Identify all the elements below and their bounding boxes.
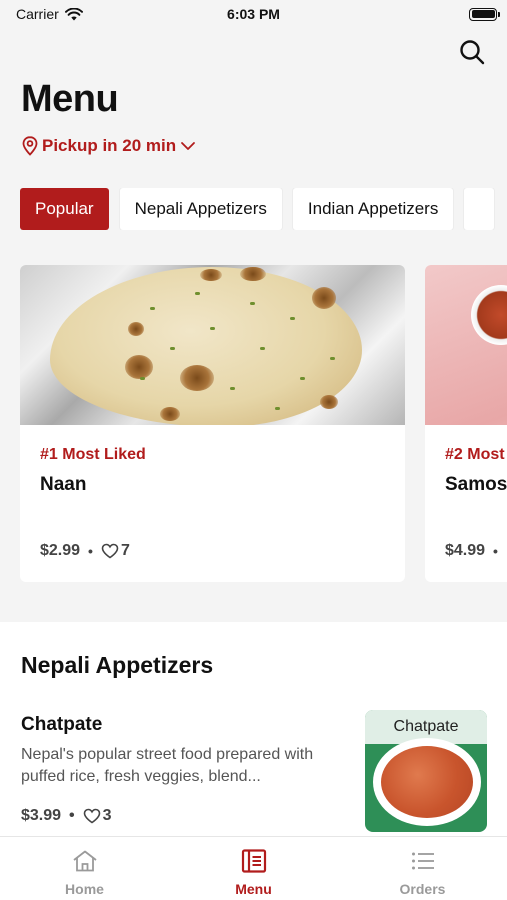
item-name: Chatpate — [21, 714, 103, 735]
tab-indian-appetizers[interactable]: Indian Appetizers — [292, 188, 454, 230]
card-meta: $2.99 • 7 — [40, 542, 130, 560]
card-rank: #2 Most Liked — [445, 446, 507, 463]
naan-image — [20, 265, 405, 425]
card-name: Naan — [40, 474, 87, 495]
nav-menu-label: Menu — [235, 881, 272, 897]
status-left: Carrier — [16, 6, 83, 22]
card-meta: $4.99 • — [445, 542, 498, 560]
separator-dot: • — [493, 543, 498, 559]
separator-dot: • — [69, 807, 75, 824]
home-icon — [72, 850, 97, 872]
nav-home[interactable]: Home — [0, 837, 169, 900]
card-likes: 7 — [101, 542, 130, 560]
card-likes-count: 7 — [120, 542, 130, 559]
search-icon — [460, 40, 485, 65]
wifi-icon — [64, 7, 83, 20]
tab-popular[interactable]: Popular — [20, 188, 109, 230]
popular-card-samosa[interactable]: #2 Most Liked Samosa $4.99 • — [425, 265, 507, 582]
popular-carousel[interactable]: #1 Most Liked Naan $2.99 • 7 #2 Most Lik… — [20, 265, 507, 585]
item-meta: $3.99 • 3 — [21, 807, 112, 825]
bottom-tab-bar: Home Menu Orders — [0, 836, 507, 900]
search-button[interactable] — [456, 36, 488, 68]
heart-icon — [83, 808, 100, 824]
heart-icon — [101, 543, 119, 559]
separator-dot: • — [88, 543, 93, 559]
nav-orders-label: Orders — [399, 881, 446, 897]
item-price: $3.99 — [21, 807, 62, 824]
status-bar: Carrier 6:03 PM — [0, 0, 507, 28]
list-icon — [411, 852, 434, 870]
card-rank: #1 Most Liked — [40, 446, 146, 463]
item-likes: 3 — [83, 807, 112, 825]
category-tabs: Popular Nepali Appetizers Indian Appetiz… — [20, 188, 507, 230]
item-description: Nepal's popular street food prepared wit… — [21, 746, 314, 785]
tab-nepali-appetizers[interactable]: Nepali Appetizers — [119, 188, 282, 230]
pickup-time-selector[interactable]: Pickup in 20 min — [22, 136, 196, 156]
menu-item-chatpate[interactable]: Chatpate Nepal's popular street food pre… — [0, 710, 507, 840]
samosa-image — [425, 265, 507, 425]
chevron-down-icon — [181, 142, 196, 150]
card-price: $4.99 — [445, 542, 486, 559]
carrier-label: Carrier — [16, 6, 59, 22]
card-price: $2.99 — [40, 542, 81, 559]
tab-more[interactable] — [464, 188, 495, 230]
battery-icon — [469, 7, 500, 21]
image-label: Chatpate — [365, 710, 487, 744]
page-title: Menu — [21, 78, 119, 120]
nav-home-label: Home — [65, 881, 104, 897]
location-pin-icon — [22, 136, 38, 156]
nav-orders[interactable]: Orders — [338, 837, 507, 900]
card-name: Samosa — [445, 474, 507, 495]
section-title: Nepali Appetizers — [21, 652, 214, 678]
menu-book-icon — [241, 849, 266, 873]
nav-menu[interactable]: Menu — [169, 837, 338, 900]
chatpate-image: Chatpate — [365, 710, 487, 832]
pickup-label: Pickup in 20 min — [42, 136, 177, 155]
popular-card-naan[interactable]: #1 Most Liked Naan $2.99 • 7 — [20, 265, 405, 582]
item-likes-count: 3 — [102, 807, 112, 824]
